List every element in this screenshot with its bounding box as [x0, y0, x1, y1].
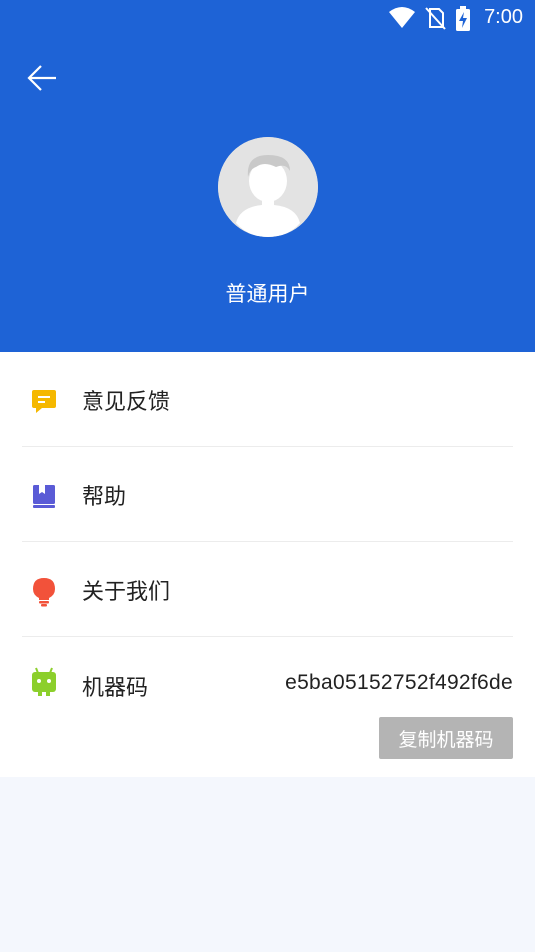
wifi-icon — [388, 6, 416, 34]
user-avatar-icon — [218, 137, 318, 237]
lightbulb-icon — [30, 577, 58, 607]
machine-code-row: 机器码 e5ba05152752f492f6de 复制机器码 — [22, 637, 513, 777]
machine-code-label: 机器码 — [82, 676, 149, 701]
help-book-icon — [30, 482, 58, 510]
android-icon — [30, 667, 58, 697]
no-sim-icon — [424, 6, 446, 34]
menu-item-help[interactable]: 帮助 — [22, 447, 513, 542]
avatar[interactable] — [218, 137, 318, 237]
battery-charging-icon — [455, 6, 471, 36]
copy-machine-code-button[interactable]: 复制机器码 — [379, 717, 513, 759]
profile-header: 7:00 普通用户 — [0, 0, 535, 352]
status-time: 7:00 — [484, 6, 523, 28]
menu-item-label: 帮助 — [82, 485, 127, 510]
menu-item-about[interactable]: 关于我们 — [22, 542, 513, 637]
feedback-icon — [30, 387, 58, 415]
status-bar: 7:00 — [0, 0, 535, 36]
menu-item-feedback[interactable]: 意见反馈 — [22, 352, 513, 447]
back-button[interactable] — [22, 60, 62, 100]
username: 普通用户 — [225, 282, 310, 306]
menu-list: 意见反馈 帮助 关于我们 机器码 e5ba05152752f492f6de 复制… — [0, 352, 535, 777]
arrow-left-icon — [26, 62, 58, 98]
machine-code-value: e5ba05152752f492f6de — [285, 671, 513, 694]
menu-item-label: 关于我们 — [82, 580, 171, 605]
menu-item-label: 意见反馈 — [82, 390, 171, 415]
